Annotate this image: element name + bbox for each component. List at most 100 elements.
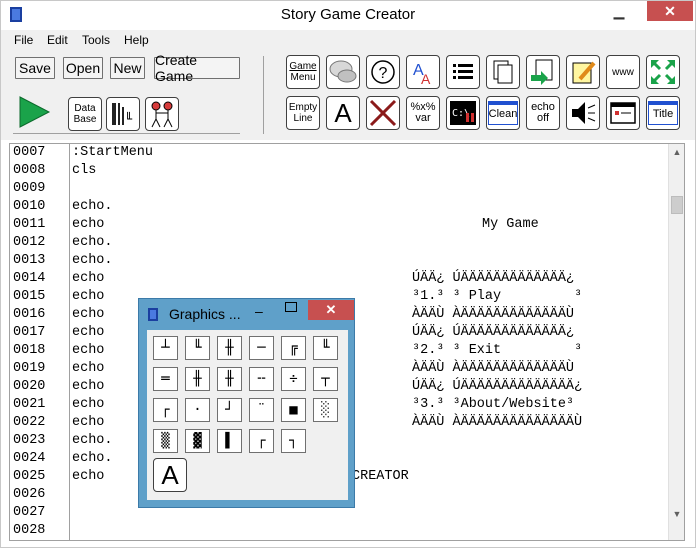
graphic-char-button[interactable]: ╙ [313,336,338,360]
big-text-button[interactable]: A [153,458,187,492]
graphics-close-button[interactable]: ✕ [308,300,354,320]
text-button[interactable]: A [326,96,360,130]
graphic-char-button[interactable]: ┬ [313,367,338,391]
graphic-char-button[interactable]: ╫ [185,367,210,391]
clean-button[interactable]: Clean [486,96,520,130]
graphic-char-button[interactable]: ─ [249,336,274,360]
website-button[interactable]: www [606,55,640,89]
fullscreen-button[interactable] [646,55,680,89]
close-button[interactable]: ✕ [647,1,693,21]
line-number: 0028 [13,523,46,538]
create-game-button[interactable]: Create Game [154,52,240,84]
graphic-char-button[interactable]: ╌ [249,367,274,391]
graphic-char-button[interactable]: ═ [153,367,178,391]
maximize-button[interactable] [632,1,648,21]
game-menu-label-2: Menu [290,72,316,83]
copy-button[interactable] [486,55,520,89]
open-button[interactable]: Open [63,57,103,79]
graphic-char-button[interactable]: ░ [313,398,338,422]
game-menu-button[interactable]: Game Menu [286,55,320,89]
minimize-button[interactable]: ▁ [605,1,633,21]
code-line-segment: ÚÄÄ¿ ÚÄÄÄÄÄÄÄÄÄÄÄÄÄÄ¿ [412,379,583,394]
menu-file[interactable]: File [14,33,33,47]
code-line: echo [72,217,105,232]
game-menu-label-1: Game [289,61,317,72]
code-line: echo. [72,199,113,214]
graphic-char-button[interactable]: ┴ [153,336,178,360]
sound-button[interactable] [566,96,600,130]
menu-help[interactable]: Help [124,33,149,47]
line-number: 0019 [13,361,46,376]
font-color-button[interactable]: AA [406,55,440,89]
title-bar[interactable]: Story Game Creator ▁ ✕ [1,1,695,29]
scroll-up-arrow-icon[interactable]: ▲ [669,144,685,160]
command-prompt-button[interactable]: C:\ [446,96,480,130]
database-button[interactable]: Data Base [68,97,102,131]
import-button[interactable] [526,55,560,89]
www-label: www [612,66,634,78]
title-button[interactable]: Title [646,96,680,130]
graphics-window: Graphics ... ‒ ✕ A ┴ ╙ ╫ ─ ╔ ╙ ═ ╫ ╫ ╌ ÷ ┬ ┌ · ┘ ¨ ■ ░ ▒ ▓ ▌… [138,298,355,508]
message-box-button[interactable] [606,96,640,130]
graphic-char-button[interactable]: ÷ [281,367,306,391]
cmd-icon: C:\ [450,101,476,125]
help-button[interactable]: ? [366,55,400,89]
import-icon [531,59,553,85]
graphic-char-button[interactable]: ╫ [217,367,242,391]
graphic-char-button[interactable]: ╙ [185,336,210,360]
menu-tools[interactable]: Tools [82,33,110,47]
characters-button[interactable] [145,97,179,131]
graphics-button[interactable]: ╙ [106,97,140,131]
code-line-segment: ÀÄÄÙ ÀÄÄÄÄÄÄÄÄÄÄÄÄÄÄÙ [412,415,583,430]
scroll-down-arrow-icon[interactable]: ▼ [669,506,685,522]
graphics-window-icon [148,308,158,321]
line-number: 0012 [13,235,46,250]
menu-edit[interactable]: Edit [47,33,68,47]
graphics-minimize-button[interactable]: ‒ [255,303,263,319]
toolbar-separator-vertical [263,56,264,134]
graphic-char-button[interactable]: ╫ [217,336,242,360]
line-number: 0014 [13,271,46,286]
new-button[interactable]: New [110,57,145,79]
code-line-segment: ÀÄÄÙ ÀÄÄÄÄÄÄÄÄÄÄÄÄÄÙ [412,307,575,322]
line-number: 0024 [13,451,46,466]
code-line: echo [72,325,105,340]
scroll-thumb[interactable] [671,196,683,214]
code-line: echo [72,469,105,484]
graphic-char-button[interactable]: ▌ [217,429,242,453]
variable-button[interactable]: %x% var [406,96,440,130]
code-line: echo. [72,253,113,268]
graphic-char-button[interactable]: ▓ [185,429,210,453]
graphic-char-button[interactable]: ┐ [281,429,306,453]
graphic-char-button[interactable]: ¨ [249,398,274,422]
code-line-segment: CREATOR [352,469,409,484]
graphic-char-button[interactable]: ┌ [249,429,274,453]
list-button[interactable] [446,55,480,89]
run-button[interactable] [17,95,51,129]
line-number: 0007 [13,145,46,160]
title-label: Title [652,108,674,120]
graphic-char-button[interactable]: ■ [281,398,306,422]
graphic-char-button[interactable]: ┘ [217,398,242,422]
graphic-char-button[interactable]: ╔ [281,336,306,360]
graphic-char-button[interactable]: · [185,398,210,422]
empty-line-button[interactable]: Empty Line [286,96,320,130]
dialog-button[interactable] [326,55,360,89]
svg-text:?: ? [379,65,388,82]
graphics-maximize-button[interactable] [285,302,297,312]
vertical-scrollbar[interactable]: ▲ ▼ [668,144,684,540]
code-line-segment: ³3.³ ³About/Website³ [412,397,575,412]
line-number: 0011 [13,217,46,232]
fullscreen-icon [651,60,675,84]
echo-off-button[interactable]: echo off [526,96,560,130]
line-number: 0017 [13,325,46,340]
edit-note-button[interactable] [566,55,600,89]
characters-icon [151,101,173,128]
graphic-char-button[interactable]: ▒ [153,429,178,453]
code-line: cls [72,163,97,178]
graphic-char-button[interactable]: ┌ [153,398,178,422]
delete-button[interactable] [366,96,400,130]
save-button[interactable]: Save [15,57,55,79]
line-number: 0013 [13,253,46,268]
pencil-note-icon [572,61,596,84]
